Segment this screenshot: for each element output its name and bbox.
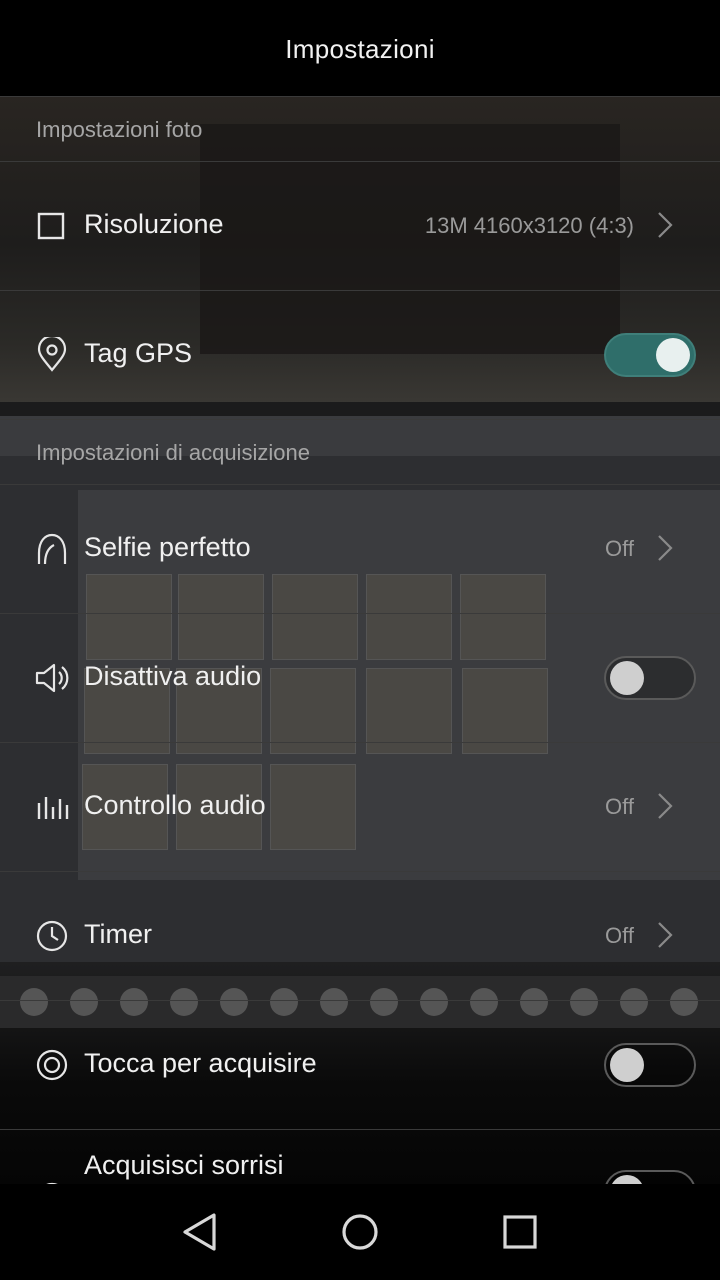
target-icon bbox=[34, 1047, 70, 1083]
gps-toggle[interactable] bbox=[604, 333, 696, 377]
settings-list[interactable]: Impostazioni foto Risoluzione 13M 4160x3… bbox=[0, 97, 720, 1184]
speaker-icon bbox=[34, 660, 70, 696]
setting-resolution[interactable]: Risoluzione 13M 4160x3120 (4:3) bbox=[0, 162, 720, 291]
setting-mute[interactable]: Disattiva audio bbox=[0, 614, 720, 743]
section-label: Impostazioni di acquisizione bbox=[36, 440, 310, 465]
setting-label: Timer bbox=[84, 919, 152, 949]
setting-gps[interactable]: Tag GPS bbox=[0, 291, 720, 420]
title-bar: Impostazioni bbox=[0, 0, 720, 97]
recents-square-icon[interactable] bbox=[494, 1206, 546, 1258]
mute-toggle[interactable] bbox=[604, 656, 696, 700]
smile-capture-toggle[interactable] bbox=[604, 1170, 696, 1184]
setting-label: Risoluzione bbox=[84, 209, 224, 239]
home-circle-icon[interactable] bbox=[334, 1206, 386, 1258]
toggle-knob bbox=[610, 1048, 644, 1082]
back-triangle-icon[interactable] bbox=[174, 1206, 226, 1258]
setting-audio-control[interactable]: Controllo audio Off bbox=[0, 743, 720, 872]
setting-smile-capture[interactable]: Acquisisci sorrisi bbox=[0, 1130, 720, 1184]
setting-label: Acquisisci sorrisi bbox=[84, 1150, 284, 1180]
setting-value: Off bbox=[605, 536, 634, 561]
setting-value: Off bbox=[605, 923, 634, 948]
chevron-right-icon bbox=[656, 791, 674, 821]
setting-label: Disattiva audio bbox=[84, 661, 262, 691]
section-header-photo: Impostazioni foto bbox=[0, 97, 720, 162]
page-title: Impostazioni bbox=[285, 33, 435, 64]
section-header-capture: Impostazioni di acquisizione bbox=[0, 420, 720, 485]
setting-value: 13M 4160x3120 (4:3) bbox=[424, 213, 634, 238]
setting-label: Selfie perfetto bbox=[84, 532, 251, 562]
toggle-knob bbox=[610, 1175, 644, 1184]
square-icon bbox=[34, 208, 70, 244]
setting-touch-capture[interactable]: Tocca per acquisire bbox=[0, 1001, 720, 1130]
location-pin-icon bbox=[34, 337, 70, 373]
setting-label: Tag GPS bbox=[84, 338, 193, 368]
camera-settings-screen: Impostazioni Impostazioni foto Risoluzio… bbox=[0, 0, 720, 1280]
clock-icon bbox=[34, 918, 70, 954]
touch-capture-toggle[interactable] bbox=[604, 1043, 696, 1087]
setting-label: Controllo audio bbox=[84, 790, 266, 820]
chevron-right-icon bbox=[656, 210, 674, 240]
chevron-right-icon bbox=[656, 533, 674, 563]
navigation-bar bbox=[0, 1184, 720, 1280]
setting-timer[interactable]: Timer Off bbox=[0, 872, 720, 1001]
section-label: Impostazioni foto bbox=[36, 117, 203, 142]
toggle-knob bbox=[610, 661, 644, 695]
setting-value: Off bbox=[605, 794, 634, 819]
face-icon bbox=[34, 531, 70, 567]
equalizer-icon bbox=[34, 789, 70, 825]
setting-selfie[interactable]: Selfie perfetto Off bbox=[0, 485, 720, 614]
setting-label: Tocca per acquisire bbox=[84, 1048, 317, 1078]
chevron-right-icon bbox=[656, 920, 674, 950]
toggle-knob bbox=[656, 338, 690, 372]
